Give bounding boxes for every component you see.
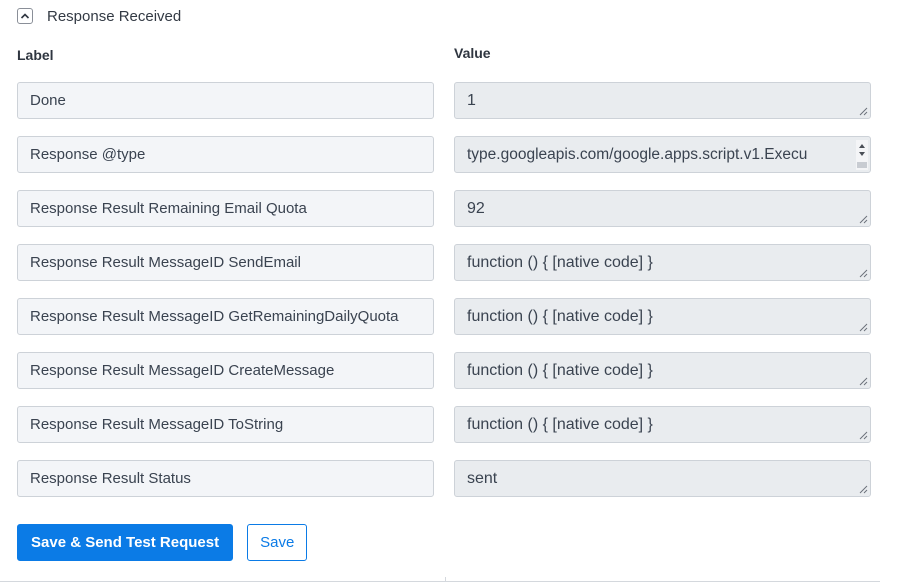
- field-value-textarea[interactable]: function () { [native code] }: [454, 352, 871, 389]
- field-value-text: type.googleapis.com/google.apps.script.v…: [467, 145, 808, 163]
- field-value-textarea[interactable]: 1: [454, 82, 871, 119]
- response-panel: Response Received Label Value Done 1 Res…: [0, 0, 900, 584]
- field-value-textarea[interactable]: function () { [native code] }: [454, 244, 871, 281]
- field-label: Response Result MessageID SendEmail: [17, 244, 434, 281]
- save-button[interactable]: Save: [247, 524, 308, 561]
- resize-grip-icon[interactable]: [858, 430, 868, 440]
- scroll-arrows-icon[interactable]: [856, 140, 868, 170]
- field-value-text: 1: [467, 91, 476, 109]
- field-value-text: sent: [467, 469, 498, 487]
- field-value-text: function () { [native code] }: [467, 253, 653, 271]
- field-value-textarea[interactable]: type.googleapis.com/google.apps.script.v…: [454, 136, 871, 173]
- field-label: Response Result MessageID ToString: [17, 406, 434, 443]
- bottom-divider: [0, 581, 880, 582]
- field-value-textarea[interactable]: function () { [native code] }: [454, 298, 871, 335]
- field-label: Response Result MessageID CreateMessage: [17, 352, 434, 389]
- resize-grip-icon[interactable]: [858, 214, 868, 224]
- field-value-text: function () { [native code] }: [467, 361, 653, 379]
- field-label: Done: [17, 82, 434, 119]
- resize-grip-icon[interactable]: [858, 322, 868, 332]
- section-header: Response Received: [17, 4, 181, 28]
- resize-grip-icon[interactable]: [858, 484, 868, 494]
- chevron-up-icon[interactable]: [17, 8, 33, 24]
- field-label: Response Result Status: [17, 460, 434, 497]
- field-value-textarea[interactable]: 92: [454, 190, 871, 227]
- field-label: Response Result Remaining Email Quota: [17, 190, 434, 227]
- resize-grip-icon[interactable]: [858, 106, 868, 116]
- save-and-send-test-request-button[interactable]: Save & Send Test Request: [17, 524, 234, 561]
- resize-grip-icon[interactable]: [858, 268, 868, 278]
- field-label: Response Result MessageID GetRemainingDa…: [17, 298, 434, 335]
- bottom-divider-tick: [445, 577, 446, 582]
- action-bar: Save & Send Test Request Save: [17, 524, 308, 561]
- field-value-textarea[interactable]: function () { [native code] }: [454, 406, 871, 443]
- resize-grip-icon[interactable]: [858, 376, 868, 386]
- field-value-text: function () { [native code] }: [467, 415, 653, 433]
- value-column-header: Value: [454, 45, 491, 61]
- field-value-text: 92: [467, 199, 485, 217]
- field-value-textarea[interactable]: sent: [454, 460, 871, 497]
- label-column-header: Label: [17, 47, 54, 63]
- field-label: Response @type: [17, 136, 434, 173]
- section-title: Response Received: [47, 7, 182, 25]
- field-value-text: function () { [native code] }: [467, 307, 653, 325]
